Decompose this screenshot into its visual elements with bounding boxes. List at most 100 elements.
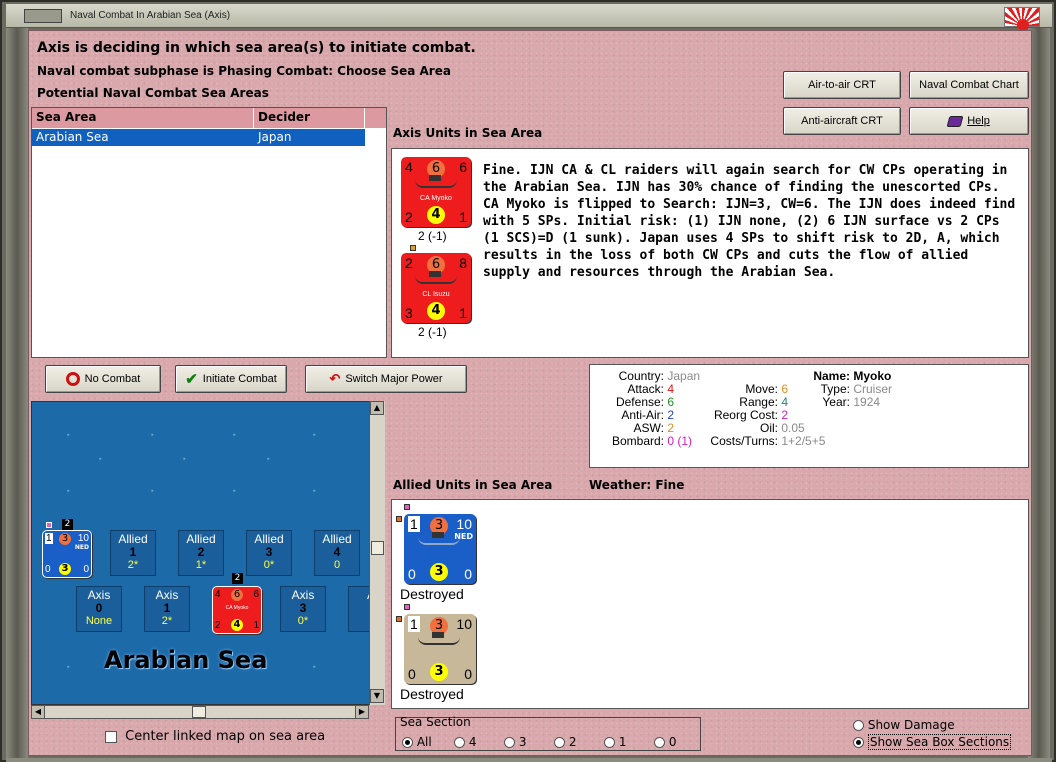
section-radio-2[interactable]: 2 <box>554 735 576 749</box>
help-button[interactable]: Help <box>909 107 1029 135</box>
counter-value: 0 <box>83 564 89 575</box>
detail-bombard: Bombard: 0 (1) <box>596 434 692 448</box>
radio-label: 4 <box>468 735 477 749</box>
sea-section-group: Sea Section All 4 3 2 1 0 <box>395 715 701 751</box>
radio-button[interactable] <box>604 737 615 748</box>
counter-value: 3 <box>405 305 413 321</box>
axis-sea-box[interactable]: Axis 0 None <box>76 586 122 632</box>
counter-value: 4 <box>427 302 445 320</box>
detail-value: 6 <box>781 382 789 396</box>
allied-map-counter[interactable]: 1 3 10 NED 0 3 0 <box>42 530 92 578</box>
detail-value: 0.05 <box>781 421 805 435</box>
counter-value: 0 <box>45 564 51 575</box>
wave-icon: ˟ <box>150 434 155 444</box>
ship-silhouette-icon <box>418 632 460 645</box>
axis-unit-counter[interactable]: 4 6 6 CA Myoko 2 4 1 <box>401 157 471 227</box>
detail-label: Defense: <box>615 395 664 409</box>
initiate-combat-button[interactable]: ✔ Initiate Combat <box>175 365 287 393</box>
detail-label: Year: <box>822 395 850 409</box>
map-vertical-scrollbar[interactable]: ▲ ▼ <box>369 401 385 705</box>
show-sea-box-label: Show Sea Box Sections <box>867 734 1012 750</box>
air-to-air-crt-button[interactable]: Air-to-air CRT <box>783 71 901 99</box>
scroll-left-icon[interactable]: ◀ <box>31 705 45 719</box>
radio-button[interactable] <box>454 737 465 748</box>
sea-area-name: Arabian Sea <box>104 646 268 674</box>
counter-value: 4 <box>215 589 221 600</box>
bottom-frame <box>6 758 1052 762</box>
counter-value: 6 <box>231 589 243 601</box>
allied-sea-box[interactable]: Allied 4 0 <box>314 530 360 576</box>
counter-value: 0 <box>408 566 416 582</box>
allied-sea-box[interactable]: Allied 2 1* <box>178 530 224 576</box>
scroll-up-icon[interactable]: ▲ <box>370 401 384 415</box>
marker-icon <box>404 504 410 510</box>
table-row[interactable]: Arabian Sea Japan <box>32 129 365 146</box>
section-radio-all[interactable]: All <box>402 735 432 749</box>
counter-value: 0 <box>408 666 416 682</box>
detail-label: Type: <box>820 382 850 396</box>
detail-value: Cruiser <box>853 382 893 396</box>
counter-value: 1 <box>45 533 53 544</box>
section-radio-1[interactable]: 1 <box>604 735 626 749</box>
radio-button[interactable] <box>402 737 413 748</box>
column-header-sea-area[interactable]: Sea Area <box>32 108 254 128</box>
sea-area-map[interactable]: ˟ ˟ ˟ ˟ ˟ ˟ ˟ ˟ ˟ ˟ ˟ ˟ ˟ 2 1 3 10 NED 0… <box>31 401 385 705</box>
allied-units-panel: 1 3 10 NED 0 3 0 Destroyed 1 3 10 0 3 0 <box>391 499 1029 709</box>
radio-button[interactable] <box>654 737 665 748</box>
show-damage-radio[interactable] <box>853 720 864 731</box>
axis-sea-box[interactable]: Axis 3 0* <box>280 586 326 632</box>
show-sea-box-option[interactable]: Show Sea Box Sections <box>853 734 1012 750</box>
scroll-right-icon[interactable]: ▶ <box>355 705 369 719</box>
frame-left <box>6 28 28 758</box>
counter-value: 6 <box>459 159 467 175</box>
naval-combat-chart-button[interactable]: Naval Combat Chart <box>909 71 1029 99</box>
show-damage-option[interactable]: Show Damage <box>853 718 955 732</box>
combat-narrative: Fine. IJN CA & CL raiders will again sea… <box>483 163 1016 280</box>
detail-label: Range: <box>739 395 778 409</box>
box-value: 0 <box>333 559 341 571</box>
section-radio-3[interactable]: 3 <box>504 735 526 749</box>
axis-unit-counter[interactable]: 2 6 8 CL Isuzu 3 4 1 <box>401 253 471 323</box>
sea-area-table: Sea Area Decider Arabian Sea Japan <box>31 107 387 358</box>
counter-value: 3 <box>430 663 448 681</box>
weather-label: Weather: Fine <box>589 478 685 492</box>
center-map-checkbox[interactable] <box>105 730 117 743</box>
section-radio-4[interactable]: 4 <box>454 735 476 749</box>
radio-button[interactable] <box>504 737 515 748</box>
table-header-row: Sea Area Decider <box>32 108 386 128</box>
anti-aircraft-crt-button[interactable]: Anti-aircraft CRT <box>783 107 901 135</box>
scroll-down-icon[interactable]: ▼ <box>370 689 384 703</box>
radio-button[interactable] <box>554 737 565 748</box>
no-combat-button[interactable]: No Combat <box>45 365 161 393</box>
scroll-thumb[interactable] <box>192 706 206 718</box>
air-to-air-label: Air-to-air CRT <box>808 79 876 91</box>
allied-unit-counter[interactable]: 1 3 10 NED 0 3 0 <box>404 514 476 584</box>
ship-silhouette-icon <box>418 532 460 545</box>
counter-name: CL Isuzu <box>422 291 450 298</box>
stack-count-badge: 2 <box>62 519 73 530</box>
section-radio-0[interactable]: 0 <box>654 735 676 749</box>
axis-sea-box[interactable]: Axis 1 2* <box>144 586 190 632</box>
detail-attack: Attack: 4 <box>596 382 674 396</box>
center-map-option[interactable]: Center linked map on sea area <box>105 729 325 744</box>
wave-icon: ˟ <box>66 490 71 500</box>
column-header-decider[interactable]: Decider <box>254 108 365 128</box>
detail-value: Japan <box>667 369 701 383</box>
switch-arrow-icon: ↶ <box>329 371 341 386</box>
switch-major-power-button[interactable]: ↶ Switch Major Power <box>305 365 467 393</box>
window-menu-icon[interactable] <box>24 9 62 23</box>
detail-label: Bombard: <box>611 434 664 448</box>
allied-unit-counter[interactable]: 1 3 10 0 3 0 <box>404 614 476 684</box>
help-label: Help <box>967 115 990 127</box>
counter-value: 8 <box>459 255 467 271</box>
unit-strength-note: 2 (-1) <box>418 229 447 243</box>
map-horizontal-scrollbar[interactable]: ◀ ▶ <box>31 705 369 719</box>
detail-value: 4 <box>781 395 789 409</box>
wave-icon: ˟ <box>182 458 187 468</box>
counter-value: 3 <box>59 563 71 575</box>
axis-map-counter[interactable]: 4 6 6 CA Myoko 2 4 1 <box>212 586 262 634</box>
show-sea-box-radio[interactable] <box>853 737 864 748</box>
allied-sea-box[interactable]: Allied 1 2* <box>110 530 156 576</box>
scroll-thumb[interactable] <box>371 541 384 555</box>
allied-sea-box[interactable]: Allied 3 0* <box>246 530 292 576</box>
